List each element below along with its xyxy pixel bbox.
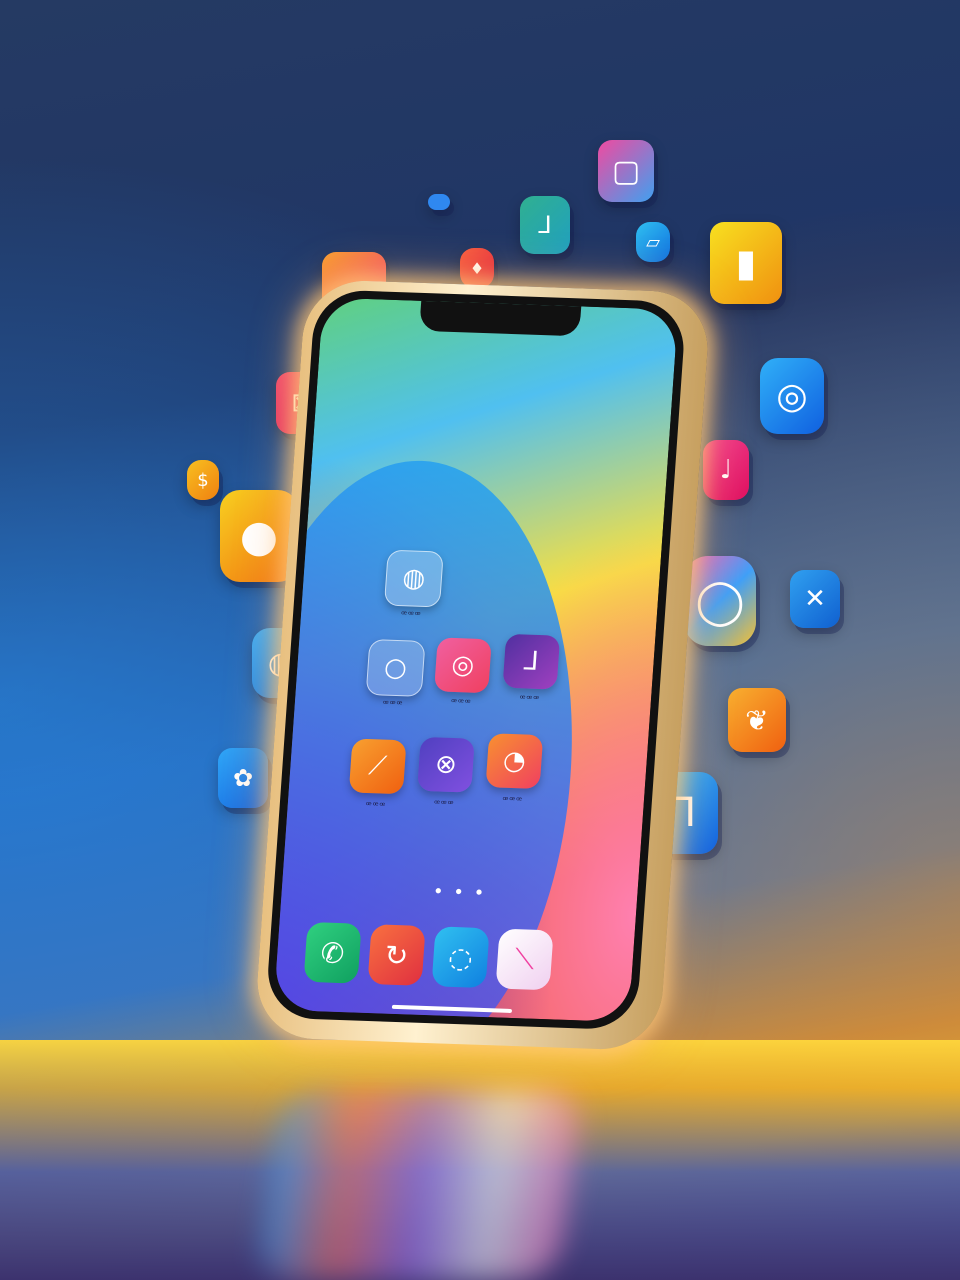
cross-icon: ✕ [790,570,840,628]
refresh-icon[interactable]: ↻ [367,924,426,986]
app-icon-globe[interactable]: ◎ [434,637,492,694]
leaf-icon: ♦ [460,248,494,288]
note-icon: ♩ [703,440,749,500]
chat-icon: ▮ [710,222,782,304]
stripe-icon[interactable]: ⟍ [495,928,554,991]
app-icon-pen[interactable]: ⅃ [502,633,561,690]
dollar-icon: $ [187,460,219,500]
app-icon-circle[interactable]: ○ [365,639,426,697]
heart-icon: ❦ [728,688,786,752]
tag-icon: ▱ [636,222,670,262]
phone-reflection [256,1090,584,1280]
flower-icon: ✿ [218,748,268,808]
app-icon-swirl[interactable]: ◔ [485,733,544,789]
phone-icon[interactable]: ✆ [303,921,362,984]
app-icon-slash[interactable]: ⟋ [348,738,407,795]
compass-icon[interactable]: ◌ [431,926,490,989]
phone-bezel: ◍ ꟹꟹꟹ ○ ꟹꟹꟹ ◎ ꟹꟹꟹ ⅃ ꟹꟹꟹ ⟋ ꟹꟹꟹ ⊗ ꟹꟹꟹ ◔ ꟹꟹ… [264,289,687,1031]
app-icon-person[interactable]: ◍ [383,549,444,608]
circle-icon: ◎ [760,358,824,434]
app-icon-compass[interactable]: ⊗ [417,736,475,793]
chip-icon [428,194,450,210]
phone-notch [418,300,581,337]
phone-screen: ◍ ꟹꟹꟹ ○ ꟹꟹꟹ ◎ ꟹꟹꟹ ⅃ ꟹꟹꟹ ⟋ ꟹꟹꟹ ⊗ ꟹꟹꟹ ◔ ꟹꟹ… [273,297,679,1023]
brush-icon: ⅃ [520,196,570,254]
square-icon: ▢ [598,140,654,202]
smartphone: ◍ ꟹꟹꟹ ○ ꟹꟹꟹ ◎ ꟹꟹꟹ ⅃ ꟹꟹꟹ ⟋ ꟹꟹꟹ ⊗ ꟹꟹꟹ ◔ ꟹꟹ… [253,278,712,1052]
ring-icon: ◯ [684,556,756,646]
